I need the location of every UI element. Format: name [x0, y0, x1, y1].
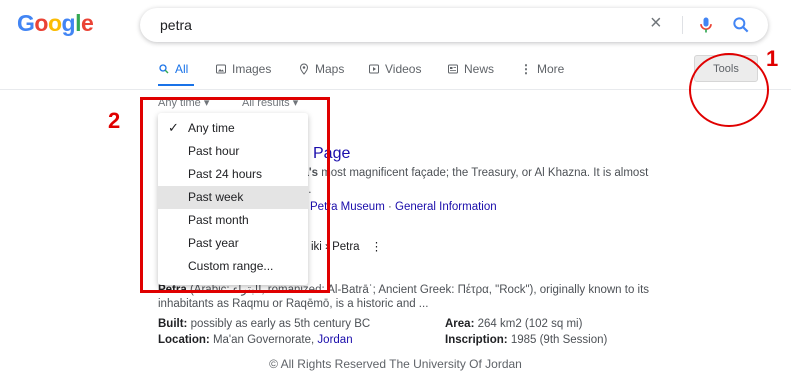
tab-label: Images — [232, 62, 272, 76]
tab-label: Videos — [385, 62, 422, 76]
sitelink-separator: · — [384, 201, 396, 213]
tab-images[interactable]: Images — [215, 62, 271, 76]
tab-news[interactable]: News — [447, 62, 494, 76]
search-divider — [682, 16, 683, 34]
fact-value: possibly as early as 5th century BC — [187, 318, 371, 330]
tab-label: More — [537, 62, 565, 76]
result-snippet: ra's most magnificent façade; the Treasu… — [298, 167, 648, 179]
more-dots-icon: ⋮ — [520, 62, 532, 76]
search-icon — [159, 64, 169, 74]
sitelink-general-information[interactable]: General Information — [395, 201, 497, 213]
annotation-circle — [689, 53, 769, 127]
active-tab-indicator — [158, 84, 194, 86]
annotation-number-2: 2 — [108, 108, 121, 133]
fact-label: Built: — [158, 318, 188, 330]
search-input[interactable]: petra — [160, 17, 192, 33]
fact-label: Area: — [445, 318, 475, 330]
newspaper-icon — [448, 64, 458, 74]
fact-inscription: Inscription: 1985 (9th Session) — [445, 334, 607, 346]
fact-value: 1985 (9th Session) — [507, 334, 608, 346]
fact-built: Built: possibly as early as 5th century … — [158, 318, 370, 330]
search-box[interactable]: petra × — [140, 8, 768, 42]
image-icon — [216, 64, 226, 74]
fact-label: Location: — [158, 334, 210, 346]
tab-label: Maps — [315, 62, 345, 76]
google-logo[interactable]: Google — [17, 10, 94, 37]
annotation-number-1: 1 — [766, 46, 779, 71]
more-options-icon[interactable]: ⋮ — [371, 241, 383, 253]
map-pin-icon — [299, 63, 309, 75]
location-link[interactable]: Jordan — [317, 334, 352, 346]
fact-label: Inscription: — [445, 334, 508, 346]
result-sitelinks: Petra Museum · General Information — [310, 201, 497, 213]
tab-label: All — [175, 62, 189, 76]
fact-location: Location: Ma'an Governorate, Jordan — [158, 334, 353, 346]
header-divider — [0, 89, 791, 90]
fact-value: 264 km2 (102 sq mi) — [474, 318, 583, 330]
tab-videos[interactable]: Videos — [368, 62, 421, 76]
tab-label: News — [464, 62, 495, 76]
tab-more[interactable]: ⋮ More — [520, 62, 564, 76]
search-icon[interactable] — [731, 15, 751, 35]
snippet-text: most magnificent façade; the Treasury, o… — [318, 167, 649, 179]
fact-value: Ma'an Governorate, — [209, 334, 318, 346]
mic-icon[interactable] — [696, 15, 716, 35]
play-icon — [369, 64, 379, 74]
close-icon[interactable]: × — [650, 12, 662, 35]
fact-area: Area: 264 km2 (102 sq mi) — [445, 318, 582, 330]
copyright-footer: © All Rights Reserved The University Of … — [269, 357, 522, 371]
annotation-rectangle — [140, 97, 330, 293]
wiki-snippet-line2: inhabitants as Raqmu or Raqēmō, is a his… — [158, 298, 429, 310]
tab-all[interactable]: All — [158, 62, 188, 76]
tab-maps[interactable]: Maps — [298, 62, 344, 76]
